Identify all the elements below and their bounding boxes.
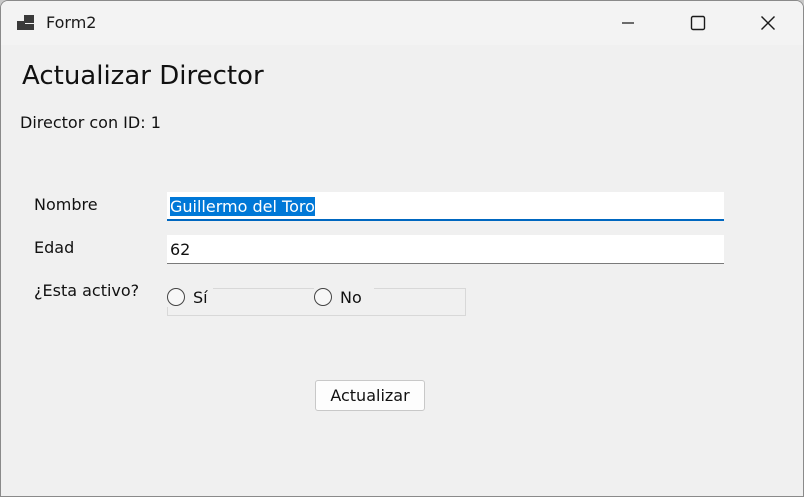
activo-radio-group: Sí No [167, 287, 466, 316]
maximize-button[interactable] [663, 1, 733, 45]
nombre-input[interactable]: Guillermo del Toro [167, 192, 724, 221]
director-id-label: Director con ID: 1 [20, 113, 161, 132]
nombre-label: Nombre [34, 195, 98, 214]
form2-window: Form2 Actualizar Director Director con I… [0, 0, 804, 497]
edad-label: Edad [34, 238, 75, 257]
close-button[interactable] [733, 1, 803, 45]
radio-si-circle[interactable] [167, 288, 185, 306]
activo-label: ¿Esta activo? [34, 281, 140, 300]
radio-no[interactable]: No [314, 287, 374, 307]
minimize-icon [622, 22, 634, 24]
app-window-icon [17, 15, 34, 30]
minimize-button[interactable] [593, 1, 663, 45]
nombre-input-value: Guillermo del Toro [170, 197, 315, 216]
maximize-icon [690, 15, 706, 31]
page-title: Actualizar Director [22, 61, 264, 91]
radio-no-label[interactable]: No [340, 288, 362, 307]
radio-si-label[interactable]: Sí [193, 288, 208, 307]
radio-si[interactable]: Sí [167, 287, 213, 307]
actualizar-button[interactable]: Actualizar [315, 380, 425, 411]
edad-input-value: 62 [170, 240, 191, 259]
close-icon [761, 16, 775, 30]
window-title: Form2 [46, 13, 97, 32]
edad-input[interactable]: 62 [167, 235, 724, 264]
title-bar[interactable]: Form2 [1, 1, 803, 45]
radio-no-circle[interactable] [314, 288, 332, 306]
